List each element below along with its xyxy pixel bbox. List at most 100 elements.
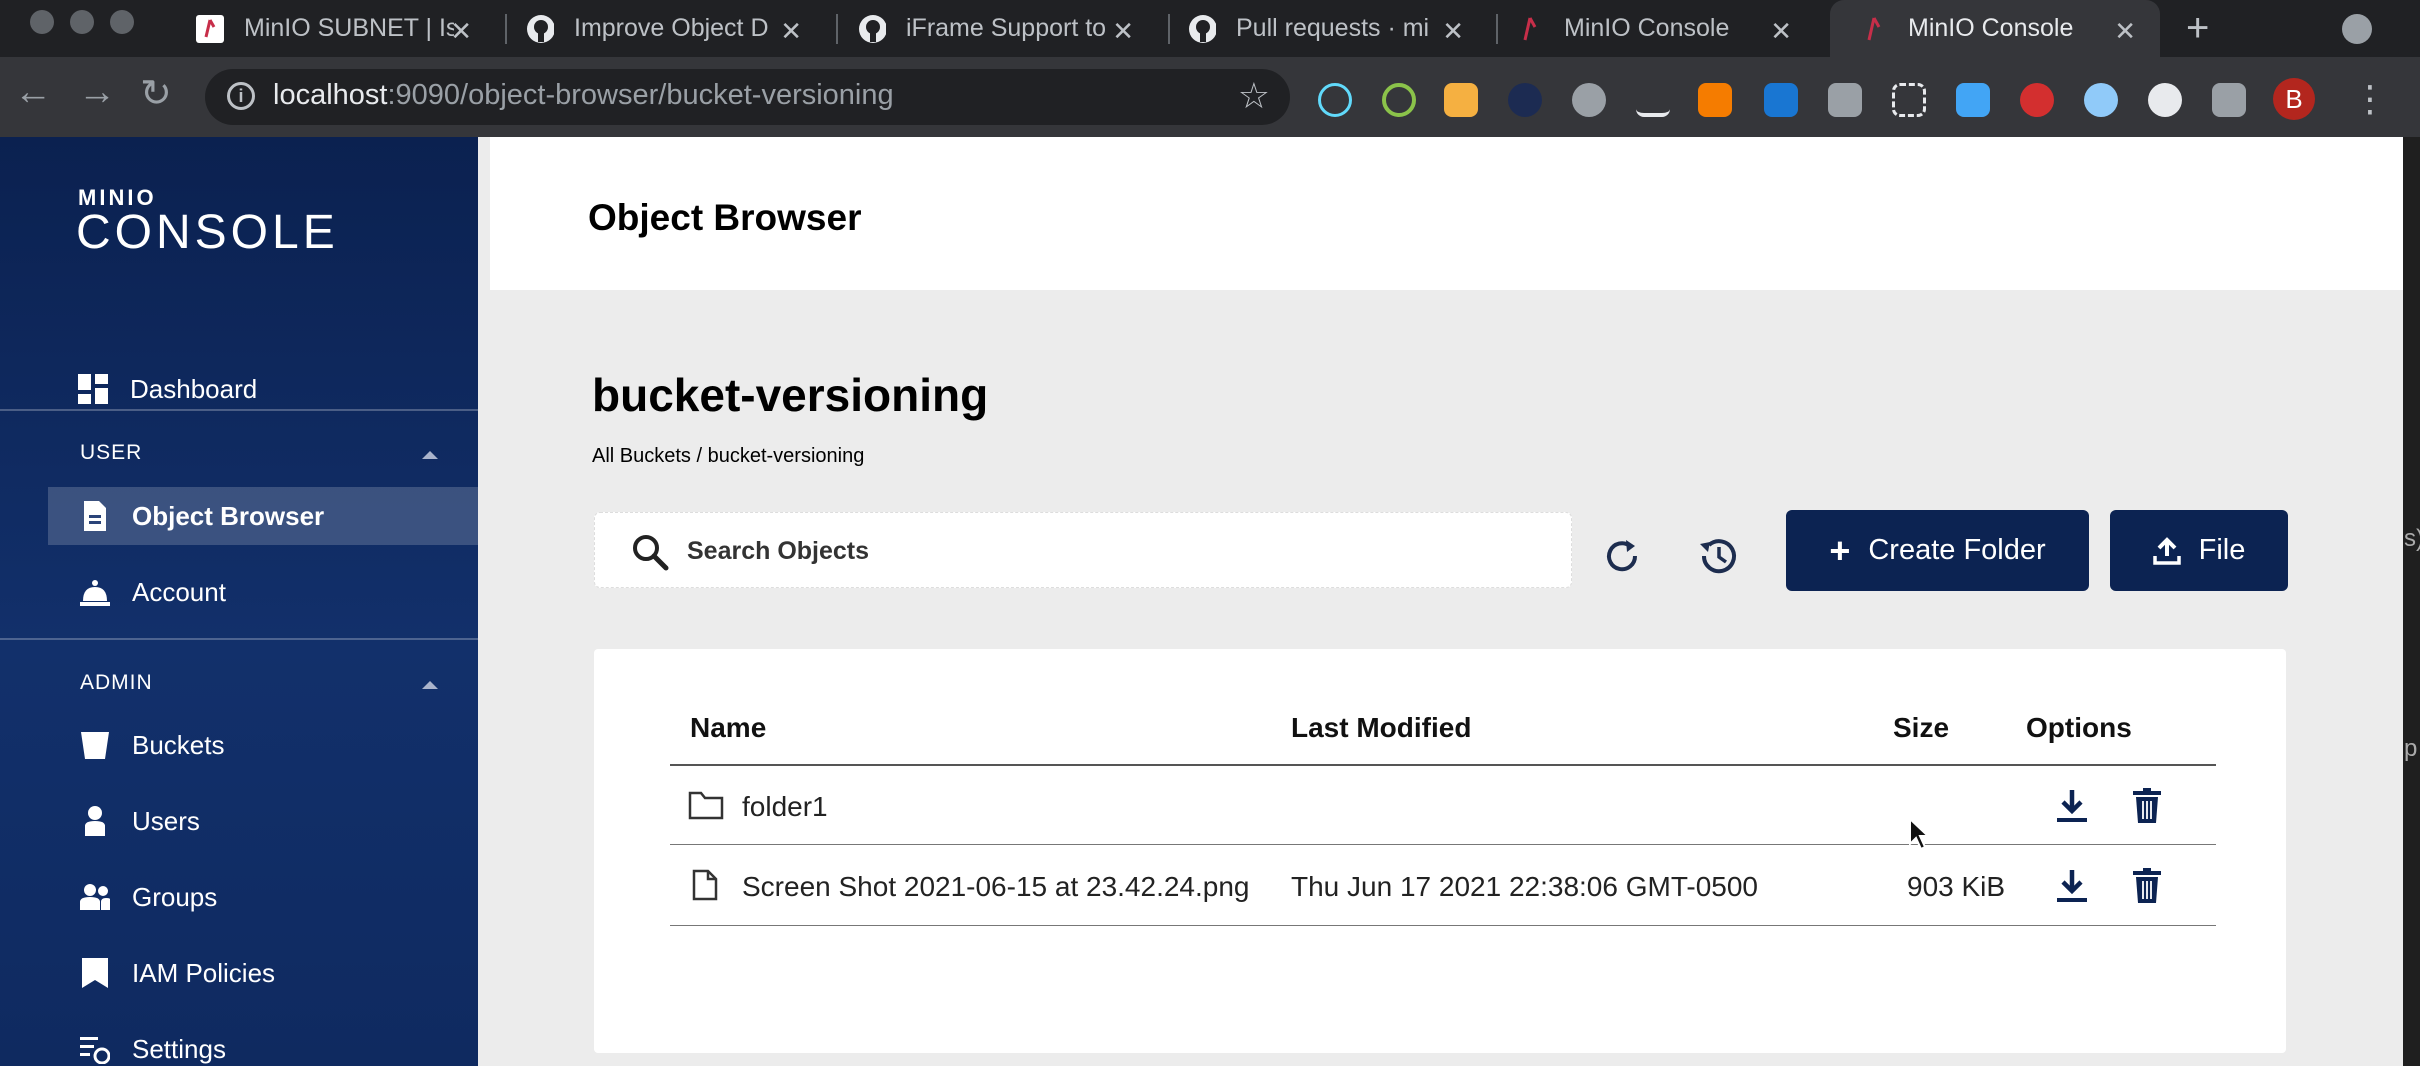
extension-notes-icon[interactable] [1444,83,1478,117]
section-label-admin: ADMIN [80,671,153,694]
minio-favicon-icon [1860,15,1888,43]
history-icon [1700,539,1736,574]
puzzle-extensions-icon[interactable] [2212,83,2246,117]
address-bar[interactable]: i localhost:9090/object-browser/bucket-v… [205,69,1290,125]
tab-close-icon[interactable]: ✕ [2114,16,2136,47]
download-icon[interactable] [2055,788,2089,829]
tab-search-icon[interactable] [2342,14,2372,44]
row-divider [670,925,2216,926]
sidebar-item-iam-policies[interactable]: IAM Policies [48,944,478,1002]
trash-icon[interactable] [2132,788,2162,829]
tab-close-icon[interactable]: ✕ [780,16,802,47]
window-maximize-button[interactable] [110,10,134,34]
download-icon[interactable] [2055,868,2089,909]
account-bell-icon [80,577,110,607]
search-input[interactable] [687,531,1547,571]
column-header-name[interactable]: Name [690,712,766,744]
upload-file-button[interactable]: File [2110,510,2288,591]
sidebar-item-settings[interactable]: Settings [48,1020,478,1066]
browser-tab[interactable]: iFrame Support to ✕ [858,0,1158,57]
adjacent-window-strip [2403,137,2420,1066]
settings-extension-icon[interactable] [1572,83,1606,117]
sidebar-item-label: Settings [132,1033,226,1064]
tab-title: MinIO SUBNET | Is [244,14,454,42]
new-tab-icon[interactable]: + [2186,6,2209,51]
window-close-button[interactable] [30,10,54,34]
window-extension-icon[interactable] [1956,83,1990,117]
history-button[interactable] [1696,534,1740,578]
browser-tab-active[interactable]: MinIO Console ✕ [1830,0,2160,57]
settings-list-icon [80,1034,110,1064]
column-header-last-modified[interactable]: Last Modified [1291,712,1471,744]
screenshot-extension-icon[interactable] [1892,83,1926,117]
sidebar-item-object-browser[interactable]: Object Browser [48,487,478,545]
create-folder-button[interactable]: + Create Folder [1786,510,2089,591]
pen-extension-icon[interactable] [1636,83,1670,117]
reload-icon[interactable]: ↻ [140,71,172,116]
sidebar-item-label: Users [132,805,200,836]
sidebar: MINIO CONSOLE Dashboard USER Object Brow… [0,137,478,1066]
browser-menu-icon[interactable]: ⋮ [2352,78,2388,120]
tab-title: Pull requests · mi [1236,14,1430,42]
plus-icon: + [1829,529,1851,571]
forward-icon[interactable]: → [78,71,116,114]
sidebar-divider [0,638,478,640]
sidebar-item-label: Account [132,576,226,607]
minio-favicon-icon [196,14,224,43]
tab-close-icon[interactable]: ✕ [1442,16,1464,47]
extension-round-icon[interactable] [2084,83,2118,117]
search-box [594,512,1572,588]
refresh-button[interactable] [1600,534,1644,578]
github-icon [858,14,886,43]
adblock-icon[interactable] [2020,83,2054,117]
object-size: 903 KiB [1907,871,2006,902]
object-name[interactable]: folder1 [742,791,828,823]
file-icon [692,869,718,906]
url-text[interactable]: localhost:9090/object-browser/bucket-ver… [273,79,894,112]
extension-moon-icon[interactable] [2148,83,2182,117]
offscreen-glyph: p [2404,735,2418,762]
sidebar-item-account[interactable]: Account [48,563,478,621]
extension-target-icon[interactable] [1382,83,1416,117]
document-icon [80,501,110,531]
page-title: Object Browser [588,197,862,238]
object-name[interactable]: Screen Shot 2021-06-15 at 23.42.24.png [742,871,1250,903]
refresh-icon [1607,540,1638,572]
sidebar-item-label: Dashboard [130,373,258,404]
bucket-title: bucket-versioning [592,369,989,421]
sidebar-item-groups[interactable]: Groups [48,868,478,926]
browser-tab[interactable]: MinIO SUBNET | Is ✕ [196,0,496,57]
objects-table [594,649,2286,1053]
collapse-admin-icon[interactable] [422,681,438,689]
tab-close-icon[interactable]: ✕ [450,16,472,47]
react-devtools-icon[interactable] [1318,83,1352,117]
extension-blue-icon[interactable] [1764,83,1798,117]
sidebar-item-users[interactable]: Users [48,792,478,850]
sidebar-item-label: IAM Policies [132,957,276,988]
camera-extension-icon[interactable] [1828,83,1862,117]
bookmark-star-icon[interactable]: ☆ [1238,75,1270,117]
back-icon[interactable]: ← [14,71,52,114]
profile-avatar[interactable]: B [2273,78,2315,120]
tab-separator [505,14,507,44]
trash-icon[interactable] [2132,868,2162,909]
tab-close-icon[interactable]: ✕ [1770,16,1792,47]
browser-tab[interactable]: Pull requests · mi ✕ [1188,0,1488,57]
column-header-size[interactable]: Size [1893,712,1949,744]
breadcrumb[interactable]: All Buckets / bucket-versioning [592,445,864,468]
bookmark-icon [80,958,110,988]
extension-a-icon[interactable] [1508,83,1542,117]
browser-tab[interactable]: Improve Object D ✕ [526,0,826,57]
logo-console-text: CONSOLE [76,206,339,259]
window-minimize-button[interactable] [70,10,94,34]
user-icon [80,806,110,836]
tab-title: MinIO Console [1564,14,1730,42]
browser-tab[interactable]: MinIO Console ✕ [1516,0,1816,57]
collapse-user-icon[interactable] [422,451,438,459]
sidebar-item-buckets[interactable]: Buckets [48,716,478,774]
tab-close-icon[interactable]: ✕ [1112,16,1134,47]
minio-favicon-icon [1516,15,1544,43]
sidebar-divider [0,409,478,411]
chart-extension-icon[interactable] [1698,83,1732,117]
site-info-icon[interactable]: i [227,82,255,110]
